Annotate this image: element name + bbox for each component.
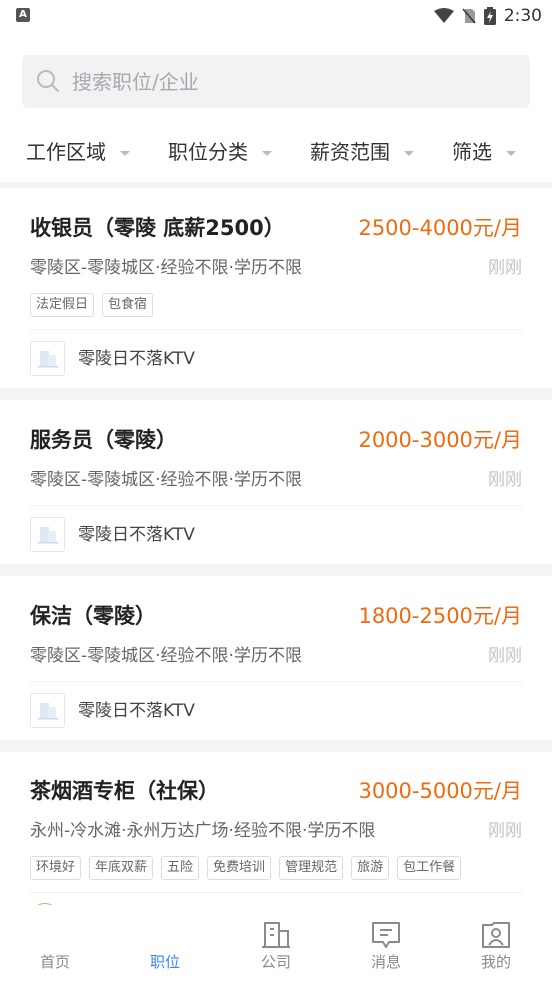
filter-salary-range[interactable]: 薪资范围 bbox=[310, 138, 414, 166]
bottom-tab-bar: 首页 职位 公司 消息 我的 bbox=[0, 905, 552, 981]
status-bar: A 2:30 bbox=[0, 0, 552, 32]
tab-label: 我的 bbox=[480, 953, 511, 971]
battery-charging-icon bbox=[483, 7, 496, 25]
tab-home[interactable]: 首页 bbox=[0, 905, 110, 981]
company-logo-icon bbox=[30, 517, 65, 552]
tab-messages[interactable]: 消息 bbox=[331, 905, 441, 981]
company-name: 零陵日不落KTV bbox=[78, 701, 195, 721]
job-title: 保洁（零陵） bbox=[30, 604, 156, 628]
filter-job-category[interactable]: 职位分类 bbox=[168, 138, 272, 166]
tab-jobs[interactable]: 职位 bbox=[110, 905, 220, 981]
filter-label: 工作区域 bbox=[26, 140, 106, 164]
tab-label: 职位 bbox=[149, 953, 180, 971]
job-salary: 3000-5000元/月 bbox=[358, 779, 522, 803]
search-placeholder: 搜索职位/企业 bbox=[72, 70, 199, 94]
app-notification-icon: A bbox=[16, 8, 30, 22]
filter-label: 筛选 bbox=[452, 140, 492, 164]
job-salary: 2500-4000元/月 bbox=[358, 216, 522, 240]
company-logo-icon bbox=[30, 341, 65, 376]
search-input[interactable]: 搜索职位/企业 bbox=[22, 55, 530, 108]
card-divider bbox=[30, 892, 522, 893]
message-icon bbox=[372, 922, 400, 948]
job-card[interactable]: 收银员（零陵 底薪2500） 2500-4000元/月 零陵区-零陵城区·经验不… bbox=[0, 188, 552, 388]
job-meta: 零陵区-零陵城区·经验不限·学历不限 bbox=[30, 470, 302, 490]
post-time: 刚刚 bbox=[488, 470, 522, 490]
tag-list: 法定假日 包食宿 bbox=[30, 293, 154, 317]
tag: 旅游 bbox=[351, 856, 390, 880]
tag: 五险 bbox=[161, 856, 200, 880]
tag: 法定假日 bbox=[30, 293, 95, 317]
section-divider bbox=[0, 740, 552, 752]
job-meta: 永州-冷水滩·永州万达广场·经验不限·学历不限 bbox=[30, 821, 376, 841]
chevron-down-icon bbox=[262, 150, 272, 156]
section-divider bbox=[0, 388, 552, 400]
tab-label: 消息 bbox=[370, 953, 401, 971]
profile-icon bbox=[482, 922, 510, 948]
no-sim-icon bbox=[462, 8, 476, 24]
filter-work-area[interactable]: 工作区域 bbox=[26, 138, 130, 166]
card-divider bbox=[30, 329, 522, 330]
filter-label: 薪资范围 bbox=[310, 140, 390, 164]
job-title: 收银员（零陵 底薪2500） bbox=[30, 216, 285, 240]
filter-bar: 工作区域 职位分类 薪资范围 筛选 bbox=[0, 130, 552, 174]
job-title: 服务员（零陵） bbox=[30, 428, 177, 452]
company-name: 零陵日不落KTV bbox=[78, 525, 195, 545]
clock: 2:30 bbox=[503, 6, 542, 26]
filter-label: 职位分类 bbox=[168, 140, 248, 164]
job-salary: 1800-2500元/月 bbox=[358, 604, 522, 628]
tab-label: 首页 bbox=[39, 953, 70, 971]
chevron-down-icon bbox=[120, 150, 130, 156]
tag: 包工作餐 bbox=[397, 856, 462, 880]
post-time: 刚刚 bbox=[488, 258, 522, 278]
tab-company[interactable]: 公司 bbox=[221, 905, 331, 981]
search-icon bbox=[37, 70, 59, 92]
tag: 免费培训 bbox=[207, 856, 272, 880]
tag: 包食宿 bbox=[102, 293, 154, 317]
status-icons: 2:30 bbox=[433, 6, 542, 26]
filter-more[interactable]: 筛选 bbox=[452, 138, 516, 166]
tab-label: 公司 bbox=[260, 953, 291, 971]
company-name: 零陵日不落KTV bbox=[78, 349, 195, 369]
job-meta: 零陵区-零陵城区·经验不限·学历不限 bbox=[30, 258, 302, 278]
job-salary: 2000-3000元/月 bbox=[358, 428, 522, 452]
job-title: 茶烟酒专柜（社保） bbox=[30, 779, 219, 803]
chevron-down-icon bbox=[404, 150, 414, 156]
card-divider bbox=[30, 505, 522, 506]
job-card[interactable]: 茶烟酒专柜（社保） 3000-5000元/月 永州-冷水滩·永州万达广场·经验不… bbox=[0, 752, 552, 905]
tag: 环境好 bbox=[30, 856, 82, 880]
card-divider bbox=[30, 681, 522, 682]
tag: 年底双薪 bbox=[89, 856, 154, 880]
company-logo-icon bbox=[30, 693, 65, 728]
post-time: 刚刚 bbox=[488, 646, 522, 666]
chevron-down-icon bbox=[506, 150, 516, 156]
tab-profile[interactable]: 我的 bbox=[441, 905, 551, 981]
job-meta: 零陵区-零陵城区·经验不限·学历不限 bbox=[30, 646, 302, 666]
post-time: 刚刚 bbox=[488, 821, 522, 841]
tag: 管理规范 bbox=[279, 856, 344, 880]
building-icon bbox=[262, 922, 290, 948]
job-card[interactable]: 保洁（零陵） 1800-2500元/月 零陵区-零陵城区·经验不限·学历不限 刚… bbox=[0, 576, 552, 740]
tag-list: 环境好 年底双薪 五险 免费培训 管理规范 旅游 包工作餐 bbox=[30, 856, 462, 880]
section-divider bbox=[0, 564, 552, 576]
wifi-icon bbox=[433, 8, 454, 23]
job-card[interactable]: 服务员（零陵） 2000-3000元/月 零陵区-零陵城区·经验不限·学历不限 … bbox=[0, 400, 552, 564]
